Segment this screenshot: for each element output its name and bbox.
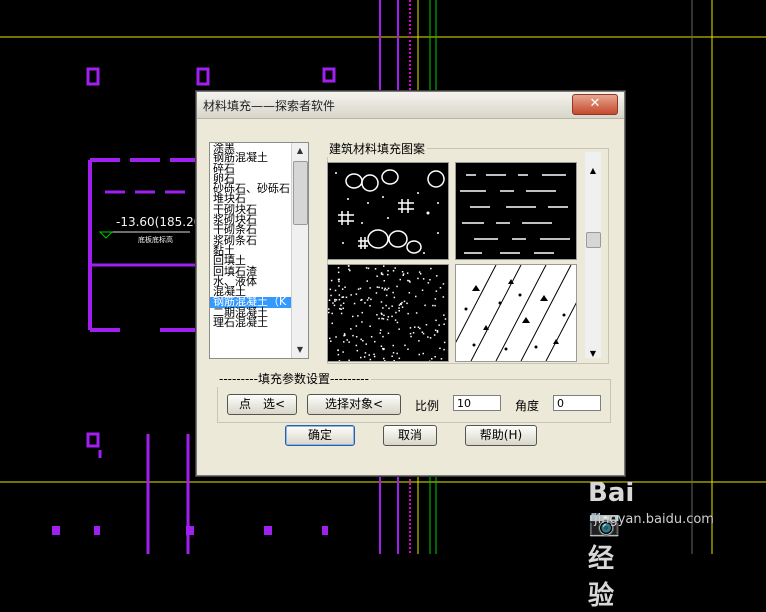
- ok-button[interactable]: 确定: [285, 425, 355, 446]
- watermark-url: jingyan.baidu.com: [594, 512, 714, 527]
- cancel-button[interactable]: 取消: [383, 425, 437, 446]
- scale-input[interactable]: 10: [453, 395, 501, 411]
- close-button[interactable]: ✕: [572, 94, 618, 115]
- angle-input[interactable]: 0: [553, 395, 601, 411]
- angle-label: 角度: [515, 399, 540, 413]
- scroll-up-icon[interactable]: ▲: [585, 166, 601, 175]
- scroll-down-icon[interactable]: ▼: [585, 349, 601, 358]
- close-icon: ✕: [589, 96, 601, 111]
- params-group-label: ---------填充参数设置---------: [217, 370, 371, 387]
- dialog-titlebar[interactable]: 材料填充——探索者软件 ✕: [197, 92, 624, 119]
- pattern-tile-reinforced-concrete[interactable]: [455, 264, 577, 362]
- material-list-scrollbar[interactable]: ▲ ▼: [291, 143, 308, 358]
- scroll-down-icon[interactable]: ▼: [292, 342, 308, 358]
- pattern-tile-gravel[interactable]: [327, 264, 449, 362]
- scroll-up-icon[interactable]: ▲: [292, 143, 308, 159]
- scale-label: 比例: [415, 399, 440, 413]
- pattern-tile-rubble[interactable]: [327, 162, 449, 260]
- pattern-tile-dashes[interactable]: [455, 162, 577, 260]
- elevation-label: -13.60(185.20: [116, 215, 202, 229]
- dialog-title: 材料填充——探索者软件: [203, 99, 336, 113]
- point-select-button[interactable]: 点 选<: [227, 394, 297, 415]
- pattern-scrollbar[interactable]: ▲ ▼: [585, 152, 601, 358]
- watermark-logo: Bai📷经验: [588, 478, 635, 611]
- select-object-button[interactable]: 选择对象<: [307, 394, 401, 415]
- pattern-scroll-thumb[interactable]: [586, 232, 601, 248]
- scroll-thumb[interactable]: [293, 161, 308, 225]
- pattern-group-label: 建筑材料填充图案: [327, 140, 428, 157]
- elevation-note: 底板底标高: [138, 236, 173, 244]
- material-list[interactable]: 涂黑 钢筋混凝土 碎石 卵石 砂砾石、砂砾石 堆块石 干砌块石 浆砌块石 干砌条石 浆砌条石 黏土回…: [209, 142, 309, 359]
- help-button[interactable]: 帮助(H): [465, 425, 537, 446]
- material-fill-dialog: 材料填充——探索者软件 ✕ 涂黑 钢筋混凝土 碎石 卵石 砂砾石、砂砾石 堆块石 干砌块石浆…: [196, 91, 625, 476]
